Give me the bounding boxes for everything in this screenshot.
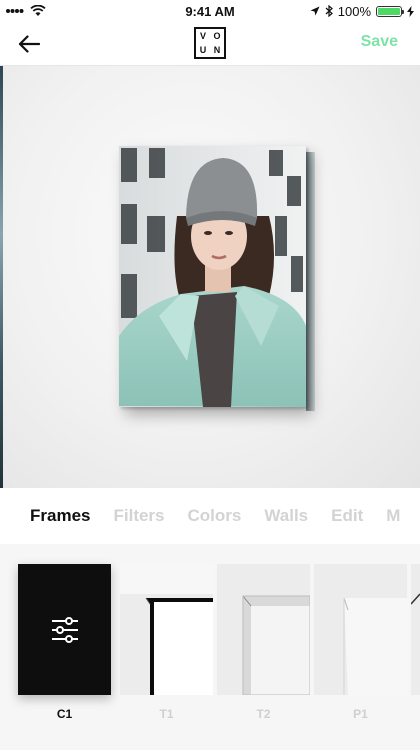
save-button[interactable]: Save — [361, 33, 398, 51]
frame-option-p1[interactable] — [314, 564, 407, 695]
frame-label: C1 — [56, 707, 73, 721]
logo-letter: V — [199, 31, 206, 41]
canvas-side — [306, 151, 315, 412]
status-right: 100% — [310, 4, 420, 19]
logo-letter: N — [213, 45, 221, 55]
location-icon — [310, 6, 320, 16]
frame-label: T1 — [159, 707, 174, 721]
frame-thumb — [18, 564, 111, 695]
frame-preview-t1 — [120, 564, 213, 695]
bluetooth-icon — [325, 5, 333, 17]
portrait-photo — [119, 146, 306, 407]
status-bar: 9:41 AM 100% — [0, 0, 420, 22]
wifi-icon — [30, 5, 46, 16]
frame-option-t1[interactable] — [120, 564, 213, 695]
signal-icon — [6, 9, 24, 13]
canvas-print-photo[interactable] — [119, 146, 306, 407]
arrow-left-icon — [18, 35, 40, 53]
sliders-icon — [51, 616, 78, 643]
tab-filters[interactable]: Filters — [113, 506, 164, 526]
frame-thumb — [314, 564, 407, 695]
battery-icon — [376, 5, 404, 17]
frame-preview — [0, 66, 420, 488]
logo-letter: U — [199, 45, 207, 55]
frame-label: P1 — [353, 707, 368, 721]
app-logo: V O U N — [194, 27, 226, 59]
frame-option-next[interactable] — [411, 564, 420, 695]
frames-strip: C1 T1 T2 P1 — [0, 544, 420, 750]
battery-fill — [378, 7, 400, 15]
frame-option-c1[interactable] — [18, 564, 111, 695]
preview-edge — [0, 66, 3, 488]
back-button[interactable] — [14, 30, 44, 58]
tab-frames[interactable]: Frames — [30, 506, 90, 526]
frame-thumb — [217, 564, 310, 695]
nav-bar: V O U N Save — [0, 22, 420, 66]
frame-preview-next — [411, 564, 420, 695]
logo-letter: O — [213, 31, 221, 41]
editor-tabs: Frames Filters Colors Walls Edit M — [0, 488, 420, 544]
charging-icon — [407, 5, 414, 17]
tab-walls[interactable]: Walls — [264, 506, 308, 526]
status-left — [0, 5, 46, 17]
tab-more[interactable]: M — [386, 506, 400, 526]
battery-percent: 100% — [337, 3, 371, 19]
tab-colors[interactable]: Colors — [188, 506, 242, 526]
tab-edit[interactable]: Edit — [331, 506, 363, 526]
frame-thumb — [411, 564, 420, 695]
frame-label: T2 — [256, 707, 271, 721]
frame-thumb — [120, 564, 213, 695]
frame-preview-t2 — [217, 564, 310, 695]
frame-option-t2[interactable] — [217, 564, 310, 695]
frame-preview-p1 — [314, 564, 407, 695]
